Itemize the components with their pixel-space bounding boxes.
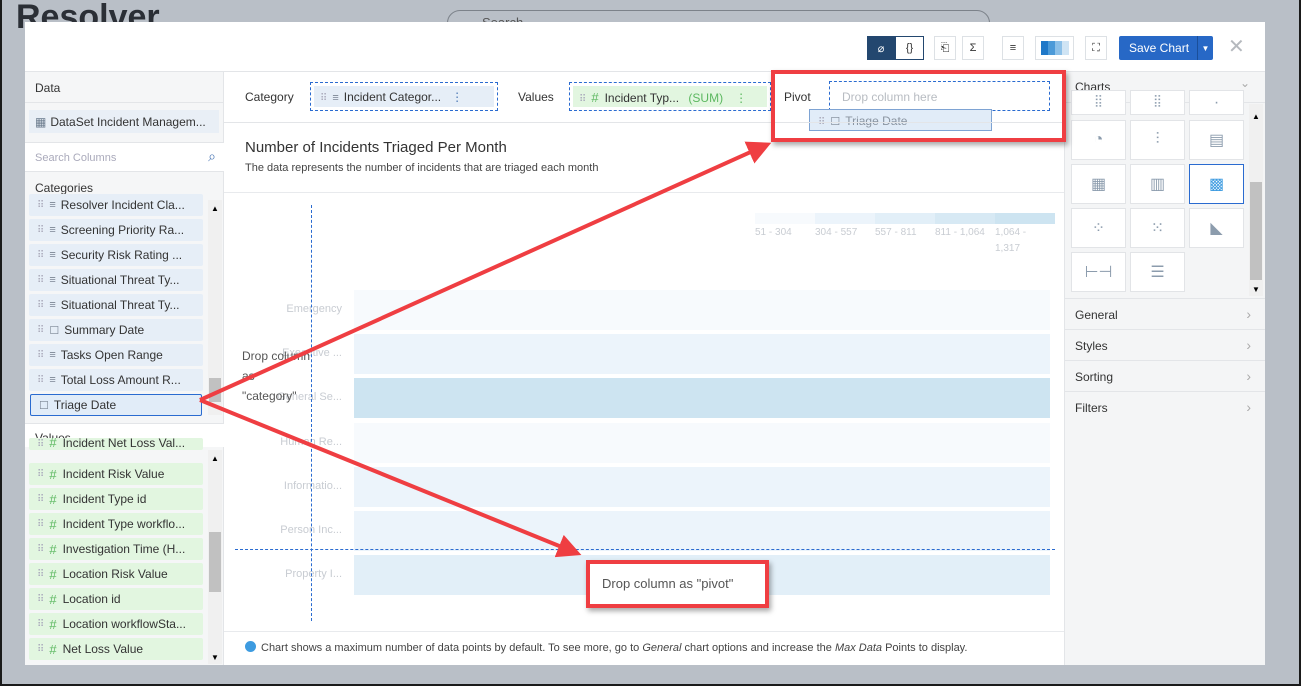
background-app: Resolver Search ⌀ {} ⎗ Σ ≡ ⛶ Save Chart▼…	[2, 0, 1299, 684]
annotation-arrows	[199, 141, 772, 558]
arrow-to-pivot-zone	[199, 141, 772, 402]
arrow-to-pivot-hint	[199, 398, 582, 558]
